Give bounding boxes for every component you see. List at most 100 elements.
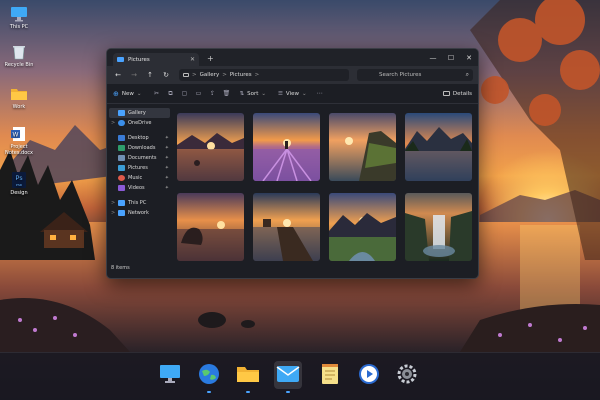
view-button[interactable]: ☰ View ⌄ xyxy=(274,91,311,97)
sidebar-item-music[interactable]: Music ✦ xyxy=(107,173,172,183)
photo-thumbnail-cliff-coast[interactable] xyxy=(329,113,396,181)
desktop-icon-this-pc[interactable]: This PC xyxy=(2,6,36,30)
sidebar-item-videos[interactable]: Videos ✦ xyxy=(107,183,172,193)
sidebar-item-documents[interactable]: Documents ✦ xyxy=(107,153,172,163)
file-explorer-app[interactable] xyxy=(234,361,262,393)
new-label: New xyxy=(121,90,134,97)
notepad-icon xyxy=(320,363,340,387)
sidebar-item-onedrive[interactable]: > OneDrive xyxy=(107,118,172,128)
pin-icon[interactable]: ✦ xyxy=(165,165,169,171)
notes-app[interactable] xyxy=(316,361,344,389)
desktop-icon-project-notes[interactable]: W Project Notes.docx xyxy=(2,126,36,156)
photo-thumbnail-lavender-field[interactable] xyxy=(253,113,320,181)
downloads-icon xyxy=(118,145,125,151)
pin-icon[interactable]: ✦ xyxy=(165,145,169,151)
photo-thumbnail-mountain-lake[interactable] xyxy=(405,113,472,181)
mail-app[interactable] xyxy=(274,361,302,393)
desktop-icon-label: Work xyxy=(12,104,26,110)
desktop-folder-icon xyxy=(118,135,125,141)
desktop-icon-design[interactable]: Ps PSD Design xyxy=(2,172,36,196)
breadcrumb-gallery[interactable]: Gallery xyxy=(200,72,220,78)
photo-thumbnail-waterfall[interactable] xyxy=(405,193,472,261)
computer-icon xyxy=(10,6,28,22)
back-button[interactable]: ← xyxy=(111,68,125,82)
view-label: View xyxy=(285,90,299,97)
sidebar-item-downloads[interactable]: Downloads ✦ xyxy=(107,143,172,153)
videos-icon xyxy=(118,185,125,191)
display-settings-app[interactable] xyxy=(156,361,184,389)
sort-icon: ⇅ xyxy=(239,90,245,97)
chevron-down-icon: ⌄ xyxy=(136,90,142,97)
tab-pictures[interactable]: Pictures ✕ xyxy=(113,53,199,66)
globe-icon xyxy=(198,363,220,387)
chevron-right-icon[interactable]: > xyxy=(111,200,115,206)
sidebar-item-network[interactable]: > Network xyxy=(107,208,172,218)
paste-icon[interactable]: ▢ xyxy=(179,89,189,99)
sidebar-item-label: Documents xyxy=(128,155,157,161)
desktop-icon-recycle-bin[interactable]: Recycle Bin xyxy=(2,44,36,68)
up-button[interactable]: ↑ xyxy=(143,68,157,82)
chevron-right-icon[interactable]: > xyxy=(111,120,115,126)
running-indicator xyxy=(286,391,290,393)
close-button[interactable]: ✕ xyxy=(460,49,478,66)
search-input[interactable]: Search Pictures ⌕ xyxy=(357,69,473,81)
monitor-icon xyxy=(183,73,189,77)
maximize-button[interactable]: ☐ xyxy=(442,49,460,66)
navigation-bar: ← → ↑ ↻ > Gallery > Pictures > Search Pi… xyxy=(107,66,478,84)
running-indicator xyxy=(207,391,211,393)
tab-close-icon[interactable]: ✕ xyxy=(190,56,195,63)
chevron-right-icon[interactable]: > xyxy=(111,210,115,216)
sidebar-item-pictures[interactable]: Pictures ✦ xyxy=(107,163,172,173)
rename-icon[interactable]: ▭ xyxy=(193,89,203,99)
breadcrumb-pictures[interactable]: Pictures xyxy=(230,72,252,78)
breadcrumb-separator: > xyxy=(254,72,260,78)
new-button[interactable]: ⊕ New ⌄ xyxy=(113,90,147,98)
more-options-icon[interactable]: ⋯ xyxy=(315,89,325,99)
documents-icon xyxy=(118,155,125,161)
sidebar-item-label: Network xyxy=(128,210,149,216)
pictures-icon xyxy=(118,165,125,171)
photo-thumbnail-pier[interactable] xyxy=(253,193,320,261)
pin-icon[interactable]: ✦ xyxy=(165,175,169,181)
onedrive-icon xyxy=(118,120,125,126)
new-tab-button[interactable]: + xyxy=(207,54,214,63)
share-icon[interactable]: ⇪ xyxy=(207,89,217,99)
delete-icon[interactable]: 🗑 xyxy=(221,89,231,99)
pin-icon[interactable]: ✦ xyxy=(165,185,169,191)
refresh-button[interactable]: ↻ xyxy=(159,68,173,82)
sidebar-item-label: Gallery xyxy=(128,110,146,116)
media-player-app[interactable] xyxy=(355,361,383,389)
copy-icon[interactable]: ⧉ xyxy=(165,89,175,99)
folder-icon xyxy=(236,364,260,386)
gear-icon xyxy=(396,363,418,387)
details-pane-icon xyxy=(442,91,450,96)
sidebar-item-desktop[interactable]: Desktop ✦ xyxy=(107,133,172,143)
forward-button[interactable]: → xyxy=(127,68,141,82)
item-count: 8 items xyxy=(111,265,130,271)
minimize-button[interactable]: — xyxy=(424,49,442,66)
navigation-pane: Gallery > OneDrive Desktop ✦ Downloads ✦ xyxy=(107,104,172,259)
cut-icon[interactable]: ✂ xyxy=(151,89,161,99)
title-bar[interactable]: Pictures ✕ + — ☐ ✕ xyxy=(107,49,478,66)
pin-icon[interactable]: ✦ xyxy=(165,135,169,141)
desktop-icon-work[interactable]: Work xyxy=(2,86,36,110)
photo-thumbnail-lake-sunset[interactable] xyxy=(177,113,244,181)
chevron-down-icon: ⌄ xyxy=(261,90,266,97)
sidebar-item-label: Pictures xyxy=(128,165,148,171)
details-button[interactable]: Details xyxy=(442,91,472,97)
taskbar xyxy=(0,352,600,400)
pin-icon[interactable]: ✦ xyxy=(165,155,169,161)
sidebar-item-this-pc[interactable]: > This PC xyxy=(107,198,172,208)
photo-grid xyxy=(172,104,478,261)
settings-app[interactable] xyxy=(393,361,421,389)
sidebar-item-gallery[interactable]: Gallery xyxy=(109,108,170,118)
photo-thumbnail-mountain-valley[interactable] xyxy=(329,193,396,261)
view-icon: ☰ xyxy=(277,90,283,97)
photo-thumbnail-sea-rock[interactable] xyxy=(177,193,244,261)
browser-app[interactable] xyxy=(195,361,223,393)
address-bar[interactable]: > Gallery > Pictures > xyxy=(179,69,349,81)
sort-button[interactable]: ⇅ Sort ⌄ xyxy=(235,91,270,97)
sidebar-item-label: OneDrive xyxy=(128,120,152,126)
desktop-icon-label: Project Notes.docx xyxy=(5,144,33,156)
this-pc-icon xyxy=(118,200,125,206)
